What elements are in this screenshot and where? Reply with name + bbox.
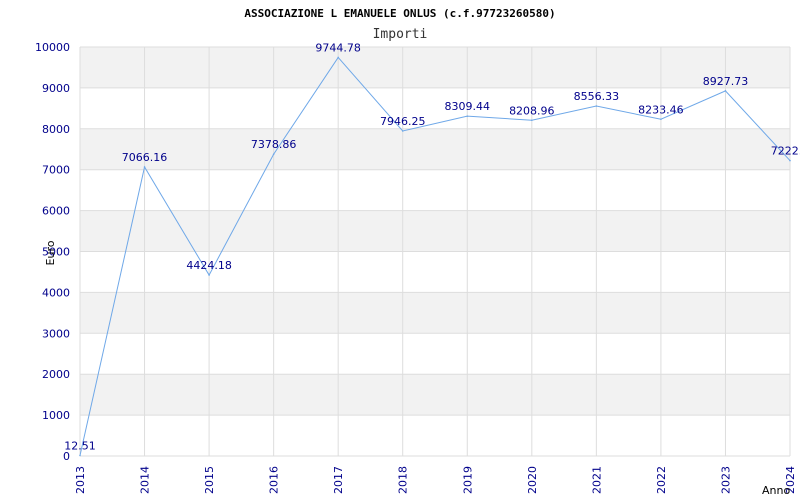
data-label: 7946.25 <box>380 115 426 128</box>
chart-title: ASSOCIAZIONE L EMANUELE ONLUS (c.f.97723… <box>244 7 555 20</box>
y-tick-label: 4000 <box>42 286 70 299</box>
data-point <box>595 105 598 107</box>
grid-band <box>80 47 790 88</box>
x-tick-label: 2013 <box>74 466 87 494</box>
grid-band <box>80 210 790 252</box>
x-tick-label: 2020 <box>526 466 539 494</box>
data-point <box>79 454 81 457</box>
data-point <box>789 159 791 162</box>
y-tick-label: 2000 <box>42 368 70 381</box>
data-point <box>143 166 146 168</box>
y-tick-label: 7000 <box>42 164 70 177</box>
data-label: 7222.8 <box>771 145 800 158</box>
grid-band <box>80 374 790 416</box>
grid-band <box>80 292 790 334</box>
x-tick-label: 2023 <box>719 466 732 494</box>
data-label: 4424.18 <box>186 259 232 272</box>
data-point <box>208 274 210 276</box>
x-axis-label: Anno <box>762 484 790 497</box>
data-point <box>660 118 662 121</box>
data-label: 8927.73 <box>703 75 749 88</box>
y-tick-label: 10000 <box>35 41 70 54</box>
grid-band <box>80 128 790 170</box>
data-label: 8309.44 <box>445 100 491 113</box>
data-label: 9744.78 <box>315 41 361 54</box>
y-tick-label: 3000 <box>42 327 70 340</box>
x-tick-label: 2022 <box>655 466 668 494</box>
data-point <box>401 130 404 132</box>
y-tick-label: 8000 <box>42 123 70 136</box>
data-point <box>337 56 339 59</box>
data-label: 12.51 <box>64 439 96 452</box>
x-tick-label: 2014 <box>139 466 152 494</box>
x-tick-label: 2017 <box>332 466 345 494</box>
data-point <box>724 90 727 92</box>
chart: 0100020003000400050006000700080009000100… <box>35 7 800 497</box>
x-tick-label: 2018 <box>397 466 410 494</box>
data-point <box>466 115 469 117</box>
chart-subtitle: Importi <box>373 27 428 42</box>
data-label: 8233.46 <box>638 103 684 116</box>
data-label: 7066.16 <box>122 151 168 164</box>
y-axis-label: Euro <box>44 240 57 265</box>
x-tick-label: 2021 <box>590 466 603 494</box>
x-tick-label: 2015 <box>203 466 216 494</box>
data-label: 8208.96 <box>509 104 555 117</box>
x-tick-label: 2016 <box>268 466 281 494</box>
y-tick-label: 1000 <box>42 409 70 422</box>
background-bands <box>80 47 790 416</box>
y-tick-label: 9000 <box>42 82 70 95</box>
data-point <box>272 153 275 156</box>
data-point <box>531 119 533 122</box>
x-tick-label: 2019 <box>461 466 474 494</box>
y-tick-label: 6000 <box>42 205 70 218</box>
x-tick-labels: 2013 2014 2015 2016 2017 2018 2019 2020 2021 2022… <box>74 466 797 494</box>
data-label: 8556.33 <box>574 90 620 103</box>
data-label: 7378.86 <box>251 138 297 151</box>
